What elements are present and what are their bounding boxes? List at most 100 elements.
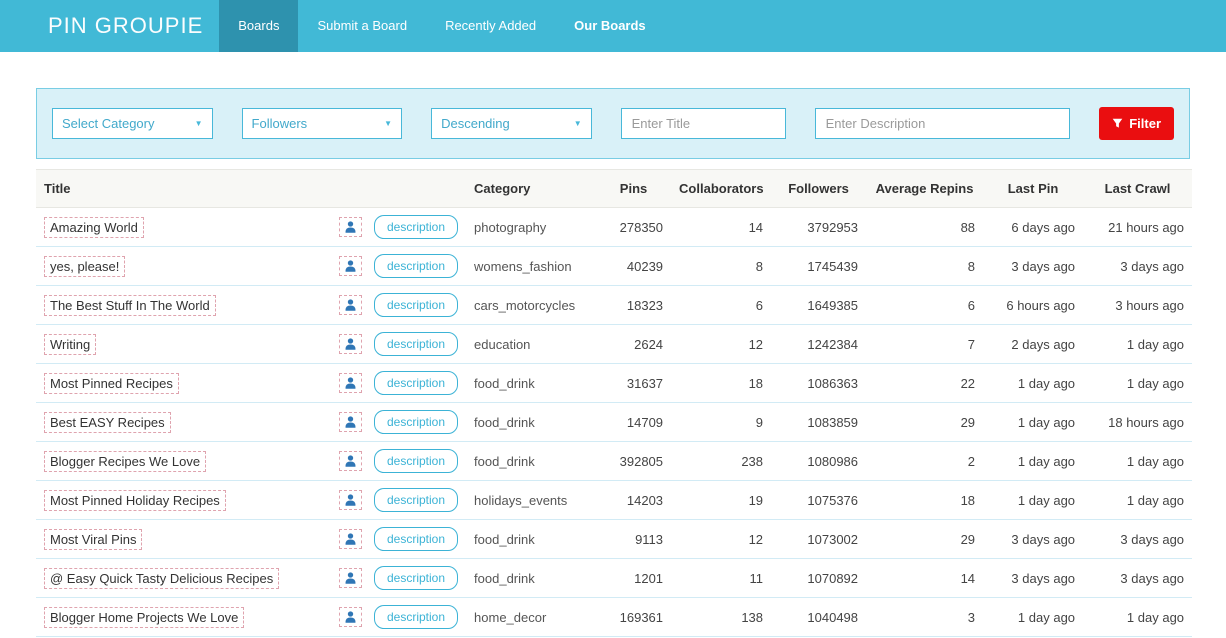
last-crawl-cell: 3 days ago <box>1083 559 1192 598</box>
collaborators-person-button[interactable] <box>339 334 362 354</box>
description-button[interactable]: description <box>374 410 458 434</box>
avg-repins-cell: 7 <box>866 325 983 364</box>
description-button[interactable]: description <box>374 527 458 551</box>
collaborators-person-button[interactable] <box>339 217 362 237</box>
collaborators-icon-cell <box>331 520 366 559</box>
board-title-link[interactable]: @ Easy Quick Tasty Delicious Recipes <box>44 568 279 589</box>
collaborators-icon-cell <box>331 598 366 637</box>
collaborators-cell: 9 <box>671 403 771 442</box>
board-title-link[interactable]: Writing <box>44 334 96 355</box>
board-title-link[interactable]: The Best Stuff In The World <box>44 295 216 316</box>
board-title-link[interactable]: Amazing World <box>44 217 144 238</box>
board-title-link[interactable]: Blogger Home Projects We Love <box>44 607 244 628</box>
table-row: yes, please! description womens_fashion … <box>36 247 1192 286</box>
person-icon <box>344 454 357 468</box>
table-row: Blogger Recipes We Love description food… <box>36 442 1192 481</box>
description-input[interactable] <box>815 108 1071 139</box>
avg-repins-cell: 22 <box>866 364 983 403</box>
title-input[interactable] <box>621 108 786 139</box>
collaborators-icon-cell <box>331 403 366 442</box>
category-select[interactable]: Select Category ▼ <box>52 108 213 139</box>
followers-cell: 1083859 <box>771 403 866 442</box>
last-crawl-cell: 1 day ago <box>1083 598 1192 637</box>
filter-button[interactable]: Filter <box>1099 107 1174 140</box>
board-title-link[interactable]: Blogger Recipes We Love <box>44 451 206 472</box>
collaborators-person-button[interactable] <box>339 373 362 393</box>
board-title-link[interactable]: yes, please! <box>44 256 125 277</box>
description-button[interactable]: description <box>374 371 458 395</box>
description-button[interactable]: description <box>374 488 458 512</box>
pins-cell: 14709 <box>596 403 671 442</box>
collaborators-person-button[interactable] <box>339 451 362 471</box>
category-cell: food_drink <box>466 559 596 598</box>
description-cell: description <box>366 559 466 598</box>
order-select[interactable]: Descending ▼ <box>431 108 592 139</box>
person-icon <box>344 259 357 273</box>
col-header-followers: Followers <box>771 170 866 208</box>
title-cell: Most Pinned Holiday Recipes <box>36 481 331 520</box>
last-pin-cell: 1 day ago <box>983 442 1083 481</box>
last-pin-cell: 1 day ago <box>983 364 1083 403</box>
collaborators-icon-cell <box>331 286 366 325</box>
avg-repins-cell: 2 <box>866 442 983 481</box>
collaborators-person-button[interactable] <box>339 412 362 432</box>
collaborators-icon-cell <box>331 442 366 481</box>
sort-by-select[interactable]: Followers ▼ <box>242 108 403 139</box>
filter-bar: Select Category ▼ Followers ▼ Descending… <box>36 88 1190 159</box>
pins-cell: 169361 <box>596 598 671 637</box>
pins-cell: 9113 <box>596 520 671 559</box>
nav-item-recently-added[interactable]: Recently Added <box>426 0 555 52</box>
description-cell: description <box>366 364 466 403</box>
nav-item-boards[interactable]: Boards <box>219 0 298 52</box>
description-button[interactable]: description <box>374 293 458 317</box>
description-button[interactable]: description <box>374 449 458 473</box>
description-button[interactable]: description <box>374 254 458 278</box>
collaborators-person-button[interactable] <box>339 568 362 588</box>
category-cell: food_drink <box>466 403 596 442</box>
collaborators-icon-cell <box>331 559 366 598</box>
category-cell: food_drink <box>466 442 596 481</box>
main-nav: Boards Submit a Board Recently Added Our… <box>219 0 664 52</box>
last-crawl-cell: 3 hours ago <box>1083 286 1192 325</box>
nav-item-our-boards[interactable]: Our Boards <box>555 0 665 52</box>
pins-cell: 1201 <box>596 559 671 598</box>
description-button[interactable]: description <box>374 566 458 590</box>
last-crawl-cell: 3 days ago <box>1083 520 1192 559</box>
description-button[interactable]: description <box>374 605 458 629</box>
category-cell: education <box>466 325 596 364</box>
collaborators-cell: 6 <box>671 286 771 325</box>
table-row: The Best Stuff In The World description … <box>36 286 1192 325</box>
last-crawl-cell: 3 days ago <box>1083 247 1192 286</box>
pins-cell: 31637 <box>596 364 671 403</box>
table-row: Best EASY Recipes description food_drink… <box>36 403 1192 442</box>
board-title-link[interactable]: Best EASY Recipes <box>44 412 171 433</box>
description-button[interactable]: description <box>374 215 458 239</box>
board-title-link[interactable]: Most Pinned Holiday Recipes <box>44 490 226 511</box>
brand-logo[interactable]: PIN GROUPIE <box>0 0 219 52</box>
collaborators-person-button[interactable] <box>339 256 362 276</box>
collaborators-person-button[interactable] <box>339 490 362 510</box>
col-header-pins: Pins <box>596 170 671 208</box>
collaborators-person-button[interactable] <box>339 295 362 315</box>
collaborators-person-button[interactable] <box>339 607 362 627</box>
board-title-link[interactable]: Most Pinned Recipes <box>44 373 179 394</box>
followers-cell: 1075376 <box>771 481 866 520</box>
description-cell: description <box>366 325 466 364</box>
description-button[interactable]: description <box>374 332 458 356</box>
category-cell: photography <box>466 208 596 247</box>
nav-item-submit-a-board[interactable]: Submit a Board <box>298 0 426 52</box>
collaborators-person-button[interactable] <box>339 529 362 549</box>
title-cell: Blogger Home Projects We Love <box>36 598 331 637</box>
pins-cell: 14203 <box>596 481 671 520</box>
last-pin-cell: 3 days ago <box>983 559 1083 598</box>
top-nav-bar: PIN GROUPIE Boards Submit a Board Recent… <box>0 0 1226 52</box>
boards-table: Title Category Pins Collaborators Follow… <box>36 169 1192 637</box>
board-title-link[interactable]: Most Viral Pins <box>44 529 142 550</box>
description-cell: description <box>366 442 466 481</box>
collaborators-icon-cell <box>331 481 366 520</box>
person-icon <box>344 493 357 507</box>
person-icon <box>344 571 357 585</box>
col-header-title: Title <box>36 170 466 208</box>
collaborators-cell: 12 <box>671 325 771 364</box>
collaborators-cell: 238 <box>671 442 771 481</box>
